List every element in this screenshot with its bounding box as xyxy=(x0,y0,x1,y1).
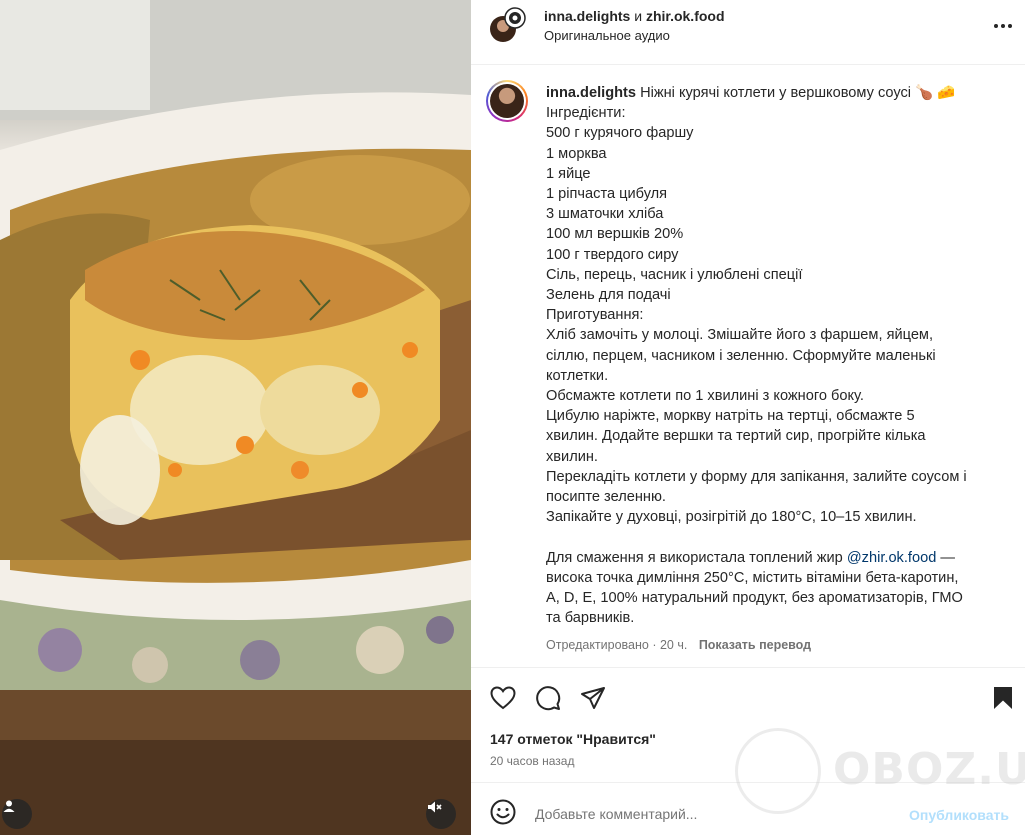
audio-link[interactable]: Оригинальное аудио xyxy=(544,28,670,43)
mute-button[interactable] xyxy=(426,799,456,829)
caption-line: Цибулю наріжте, моркву натріть на тертці… xyxy=(546,408,915,425)
avatar-ring-inner xyxy=(488,82,526,120)
caption-avatar[interactable] xyxy=(486,80,528,122)
caption-line: 1 ріпчаста цибуля xyxy=(546,186,668,203)
heart-icon xyxy=(490,686,516,710)
user-tag-icon xyxy=(3,800,15,812)
caption-line: Обсмажте котлети по 1 хвилині з кожного … xyxy=(546,388,864,405)
smiley-icon[interactable] xyxy=(490,799,516,825)
comment-input[interactable] xyxy=(535,806,895,822)
caption-line: Запікайте у духовці, розігрітій до 180°C… xyxy=(546,509,917,526)
caption-line: котлетки. xyxy=(546,367,609,384)
caption-line: та барвників. xyxy=(546,610,635,627)
caption-footer-prefix: Для смаження я використала топлений жир xyxy=(546,549,847,566)
caption-line: хвилин. xyxy=(546,448,598,465)
post-header: inna.delights и zhir.ok.food Оригинально… xyxy=(471,0,1025,65)
caption-line: посипте зеленню. xyxy=(546,489,666,506)
action-bar xyxy=(471,680,1025,716)
caption-line: Хліб замочіть у молоці. Змішайте його з … xyxy=(546,327,934,344)
comment-button[interactable] xyxy=(534,684,562,712)
mention-link[interactable]: @zhir.ok.food xyxy=(847,550,936,566)
comment-form: Опубликовать xyxy=(471,782,1025,835)
caption-meta: Отредактировано · 20 ч. Показать перевод xyxy=(546,638,811,652)
caption-line: 3 шматочки хліба xyxy=(546,206,664,223)
translate-button[interactable]: Показать перевод xyxy=(699,638,811,652)
caption-line: 1 яйце xyxy=(546,165,591,182)
post-authors: inna.delights и zhir.ok.food xyxy=(544,7,725,25)
caption-line: 1 морква xyxy=(546,145,607,162)
comment-icon xyxy=(536,686,561,711)
caption-first-line: inna.delights Ніжні курячі котлети у вер… xyxy=(546,83,1006,103)
caption-line: 500 г курячого фаршу xyxy=(546,125,694,142)
caption-username[interactable]: inna.delights xyxy=(546,85,636,101)
post-comment-button[interactable]: Опубликовать xyxy=(909,807,1009,823)
save-button[interactable] xyxy=(989,684,1017,712)
caption-line: 100 мл вершків 20% xyxy=(546,226,684,243)
avatar-image xyxy=(490,84,524,118)
edited-label: Отредактировано · 20 ч. xyxy=(546,638,688,652)
caption-line: висока точка димління 250°C, містить віт… xyxy=(546,569,959,586)
food-photo xyxy=(0,0,471,835)
caption-line: Приготування: xyxy=(546,307,644,324)
paper-plane-icon xyxy=(581,687,605,709)
speaker-muted-icon xyxy=(428,801,442,813)
caption-line: Сіль, перець, часник і улюблені спеції xyxy=(546,266,803,283)
post-details-panel: inna.delights и zhir.ok.food Оригинально… xyxy=(471,0,1025,835)
likes-count[interactable]: 147 отметок "Нравится" xyxy=(490,731,656,747)
post-media-video[interactable] xyxy=(0,0,471,835)
post-timestamp[interactable]: 20 часов назад xyxy=(490,754,574,768)
caption-footer-first: Для смаження я використала топлений жир … xyxy=(546,548,1006,568)
caption-line: Перекладіть котлети у форму для запіканн… xyxy=(546,468,967,485)
author-link-inna[interactable]: inna.delights xyxy=(544,8,630,24)
like-button[interactable] xyxy=(489,684,517,712)
collab-avatars[interactable] xyxy=(488,7,526,45)
author-link-zhir[interactable]: zhir.ok.food xyxy=(646,8,725,24)
caption-footer-suffix: — xyxy=(936,549,955,566)
more-horizontal-icon xyxy=(994,24,1012,28)
bookmark-icon xyxy=(994,687,1012,709)
share-button[interactable] xyxy=(579,684,607,712)
caption-line: Інгредієнти: xyxy=(546,105,626,122)
caption-title: Ніжні курячі котлети у вершковому соусі … xyxy=(640,85,956,101)
caption-line: A, D, E, 100% натуральний продукт, без а… xyxy=(546,590,963,607)
caption-line: сіллю, перцем, часником і зеленню. Сформ… xyxy=(546,347,936,364)
caption-text: inna.delights Ніжні курячі котлети у вер… xyxy=(546,83,1006,628)
caption-line: Зелень для подачі xyxy=(546,287,671,304)
post-caption: inna.delights Ніжні курячі котлети у вер… xyxy=(471,66,1025,668)
more-options-button[interactable] xyxy=(991,14,1015,38)
tagged-users-button[interactable] xyxy=(2,799,32,829)
authors-conjunction: и xyxy=(634,8,643,24)
caption-line: хвилин. Додайте вершки та тертий сир, пр… xyxy=(546,428,926,445)
caption-line: 100 г твердого сиру xyxy=(546,246,679,263)
